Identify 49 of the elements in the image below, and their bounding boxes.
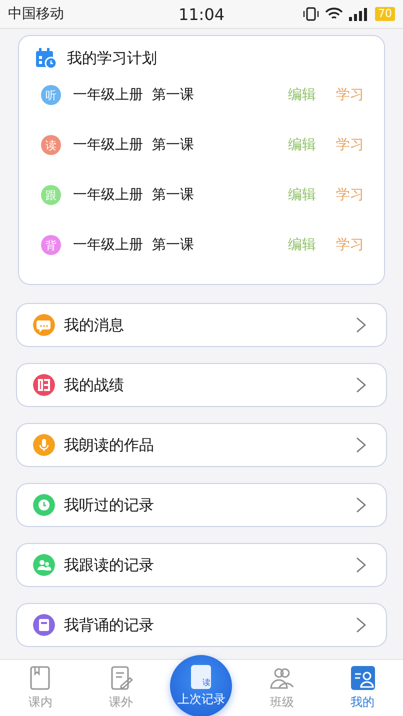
edit-link[interactable]: 编辑 [288, 186, 316, 204]
lesson-title: 一年级上册 第一课 [73, 186, 195, 204]
mic-icon [33, 434, 55, 456]
tab[interactable]: 课外 [80, 665, 162, 716]
lesson-title: 一年级上册 第一课 [73, 136, 195, 154]
study-link[interactable]: 学习 [336, 186, 364, 204]
last-record-button[interactable]: 读 上次记录 [170, 655, 232, 716]
chevron-right-icon [356, 497, 366, 513]
chevron-right-icon [356, 317, 366, 333]
clock-icon [33, 494, 55, 516]
clock-time: 11:04 [177, 4, 226, 24]
notepad-icon: 读 [191, 664, 212, 688]
signal-icon [349, 7, 369, 21]
study-link[interactable]: 学习 [336, 86, 364, 104]
vibrate-icon [303, 6, 319, 22]
chat-icon [33, 314, 55, 336]
chevron-right-icon [356, 617, 366, 633]
lesson-title: 一年级上册 第一课 [73, 236, 195, 254]
study-link[interactable]: 学习 [336, 136, 364, 154]
menu-item[interactable]: 我朗读的作品 [16, 423, 387, 467]
carrier-name: 中国移动 [8, 5, 65, 23]
tab[interactable]: 我的 [322, 665, 403, 716]
type-badge: 读 [41, 135, 61, 155]
profile-icon [350, 665, 376, 691]
chevron-right-icon [356, 377, 366, 393]
tab[interactable]: 课内 [0, 665, 81, 716]
edit-link[interactable]: 编辑 [288, 136, 316, 154]
score-icon [33, 374, 55, 396]
study-link[interactable]: 学习 [336, 236, 364, 254]
tab[interactable]: 班级 [242, 665, 322, 716]
menu-item[interactable]: 我的消息 [16, 303, 387, 347]
menu-item[interactable]: 我的战绩 [16, 363, 387, 407]
people-icon [33, 554, 55, 576]
chevron-right-icon [356, 437, 366, 453]
type-badge: 背 [41, 235, 61, 255]
book-icon [33, 614, 55, 636]
type-badge: 听 [41, 85, 61, 105]
wifi-icon [325, 7, 343, 21]
calendar-icon [35, 47, 57, 69]
type-badge: 跟 [41, 185, 61, 205]
battery-level: 70 [375, 7, 395, 21]
menu-item[interactable]: 我听过的记录 [16, 483, 387, 527]
menu-item[interactable]: 我背诵的记录 [16, 603, 387, 647]
plan-title: 我的学习计划 [67, 48, 157, 68]
lesson-title: 一年级上册 第一课 [73, 86, 195, 104]
chevron-right-icon [356, 557, 366, 573]
edit-link[interactable]: 编辑 [288, 236, 316, 254]
edit-link[interactable]: 编辑 [288, 86, 316, 104]
menu-item[interactable]: 我跟读的记录 [16, 543, 387, 587]
